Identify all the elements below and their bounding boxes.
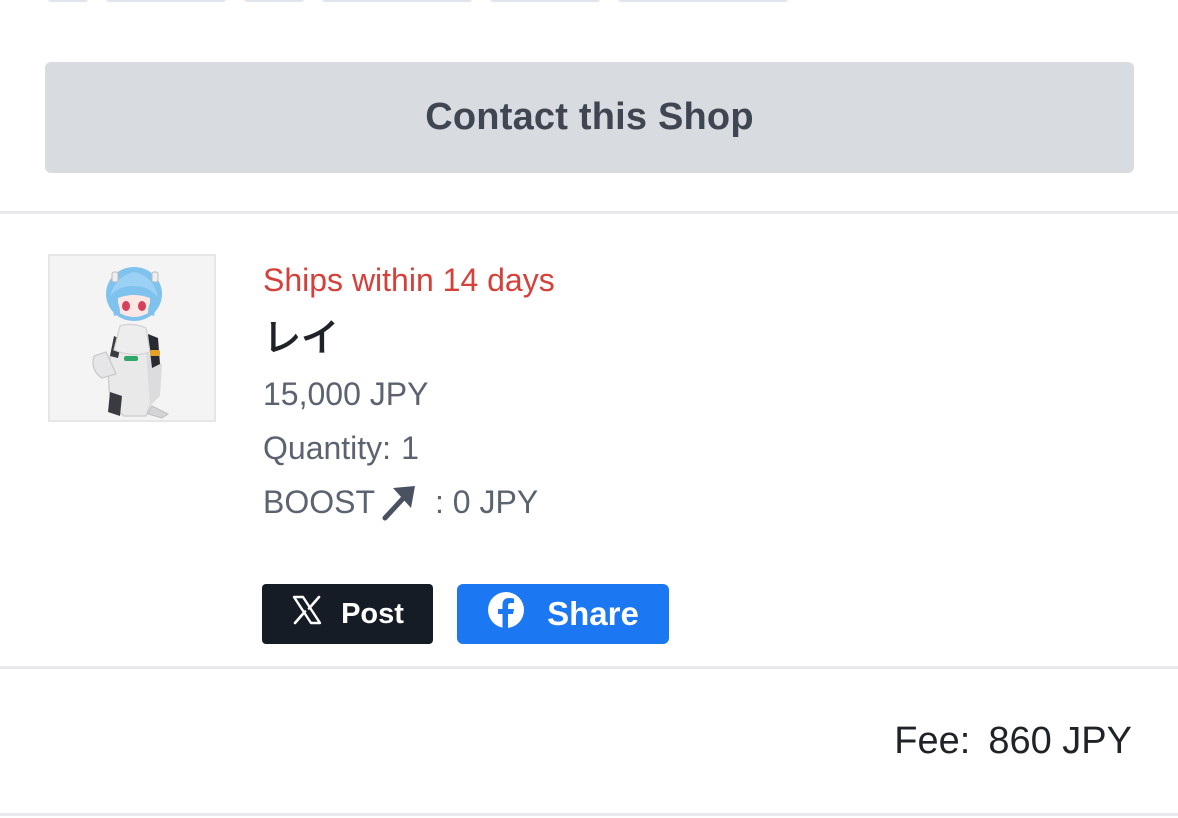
contact-shop-button[interactable]: Contact this Shop <box>45 62 1134 173</box>
item-price: 15,000 JPY <box>263 376 429 412</box>
boost-label: BOOST <box>263 484 376 520</box>
item-quantity: Quantity: 1 <box>263 426 555 470</box>
item-thumbnail[interactable] <box>48 254 216 422</box>
facebook-share-button[interactable]: Share <box>457 584 669 644</box>
fee-row: Fee: 860 JPY <box>894 720 1132 763</box>
quantity-value: 1 <box>401 430 419 466</box>
quantity-label: Quantity: <box>263 430 392 466</box>
divider <box>0 666 1178 669</box>
cropped-text-line <box>48 0 848 4</box>
divider <box>0 813 1178 816</box>
boost-value: : 0 JPY <box>435 484 539 520</box>
fee-label: Fee: <box>894 720 971 762</box>
divider <box>0 211 1178 214</box>
x-logo-icon <box>291 594 323 634</box>
facebook-share-label: Share <box>547 595 639 632</box>
item-title[interactable]: レイ <box>263 312 555 364</box>
x-post-label: Post <box>341 597 404 630</box>
fee-value: 860 JPY <box>988 720 1132 762</box>
order-summary-page: Contact this Shop Ships within 14 days レ… <box>0 0 1178 818</box>
facebook-icon <box>487 591 525 637</box>
shipping-note: Ships within 14 days <box>263 262 555 298</box>
item-boost: BOOST : 0 JPY <box>263 480 555 524</box>
x-post-button[interactable]: Post <box>262 584 433 644</box>
share-buttons: Post Share <box>262 584 669 644</box>
figure-image <box>50 256 214 420</box>
item-info: Ships within 14 days レイ 15,000 JPY Quant… <box>263 258 555 524</box>
boost-arrow-icon <box>379 482 419 522</box>
